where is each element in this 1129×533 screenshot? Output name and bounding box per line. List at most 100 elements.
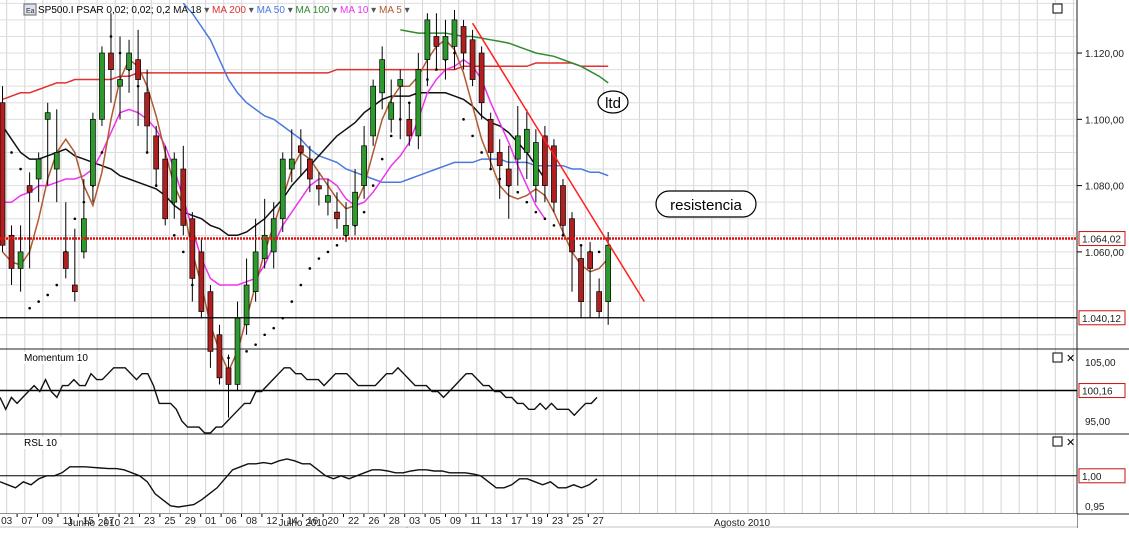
candle-body [334,211,340,220]
candle-body [460,26,467,54]
candle-body [560,185,566,226]
candle-body [370,85,376,137]
candle-body [270,218,277,253]
day-label: 21 [124,516,136,527]
candle-body [279,158,286,220]
momentum-tick-label: 105,00 [1085,358,1116,369]
day-label: 09 [450,516,462,527]
candle-body [17,251,24,269]
candle-body [505,168,512,186]
psar-dot [371,184,375,187]
rsl-maximize-icon[interactable] [1052,436,1063,447]
candle-body [207,291,214,352]
psar-dot [525,200,529,204]
psar-dot [516,190,520,194]
psar-dot [290,300,294,303]
candle-body [533,142,539,186]
psar-dot [389,134,393,138]
rsl-level-label: 1,00 [1082,472,1102,483]
day-label: 05 [430,516,442,527]
candle-body [252,251,259,293]
psar-dot [534,210,538,214]
support-level-label: 1.040,12 [1082,314,1121,325]
candle-body [71,284,78,293]
candle-body [587,251,593,269]
price-tick-label: 1.080,00 [1085,182,1124,193]
month-label: Junho 2010 [68,518,121,528]
psar-dot [46,293,49,297]
day-label: 19 [532,516,544,527]
candle-body [53,152,60,170]
momentum-level-label: 100,16 [1082,387,1113,398]
indicator-label: MA 5 [376,5,402,16]
price-tick-label: 1.100,00 [1085,115,1124,126]
indicator-label: MA 100 [293,5,330,16]
candle-body [0,102,6,246]
psar-dot [471,134,474,138]
candle-body [578,258,584,302]
candlestick-chart[interactable]: Ea SP500.I PSAR 0,02; 0,02; 0,2 MA 18 ▾ … [0,0,1129,529]
indicator-legend: SP500.I PSAR 0,02; 0,02; 0,2 MA 18 ▾ MA … [38,5,410,16]
candle-body [62,251,69,269]
momentum-title: Momentum 10 [24,353,88,364]
candle-body [325,195,331,203]
psar-dot [254,343,257,346]
candle-body [433,36,440,47]
candle-body [44,112,51,120]
candle-body [478,52,485,104]
psar-dot [272,326,276,330]
day-label: 23 [552,516,564,527]
rsl-close-icon[interactable]: ✕ [1066,437,1075,449]
time-axis: 03 07 09 11 15 17 21 23 25 29 01 06 08 12 14 16 20 22 26 28… [0,514,1077,529]
day-label: 28 [389,516,401,527]
chevron-down-icon: ▾ [201,5,209,16]
day-label: 12 [266,516,278,527]
month-label: Agosto 2010 [714,518,771,528]
candle-body [234,317,241,385]
day-label: 22 [348,516,360,527]
candle-body [35,158,42,180]
month-label: Julho 2010 [279,518,328,528]
annotation-resistencia[interactable]: resistencia [655,190,757,218]
candle-body [144,92,150,127]
candle-body [352,191,358,226]
momentum-close-icon[interactable]: ✕ [1066,353,1075,365]
psar-dot [335,243,339,247]
day-label: 23 [144,516,156,527]
candle-body [496,152,503,167]
annotation-ltd[interactable]: ltd [597,90,629,114]
grid [0,0,1129,528]
chevron-down-icon: ▾ [329,5,337,16]
candle-body [180,168,187,226]
day-label: 03 [409,516,421,527]
psar-dot [28,306,31,310]
day-label: 08 [246,516,258,527]
day-label: 17 [511,516,523,527]
symbol-label: SP500.I [38,5,74,16]
psar-dot [245,350,248,353]
day-label: 01 [205,516,217,527]
candle-body [605,244,612,302]
candle-body [451,19,458,47]
psar-dot [552,224,556,227]
day-label: 29 [185,516,197,527]
candle-body [316,185,322,190]
resistance-level-label: 1.064,02 [1082,235,1121,246]
candle-body [343,225,349,236]
candle-body [99,52,105,120]
annotation-resistencia-label: resistencia [670,197,742,214]
maximize-icon[interactable] [1052,3,1063,14]
candle-body [361,145,367,186]
day-label: 03 [1,516,13,527]
psar-dot [263,333,266,337]
day-label: 13 [491,516,503,527]
candle-body [397,79,404,87]
psar-dot [299,283,303,287]
psar-dot [182,250,185,254]
candle-body [216,334,223,379]
candle-body [108,52,114,70]
candle-body [171,158,178,203]
indicator-label: MA 10 [337,5,369,16]
candle-body [153,135,160,170]
momentum-maximize-icon[interactable] [1052,352,1063,363]
